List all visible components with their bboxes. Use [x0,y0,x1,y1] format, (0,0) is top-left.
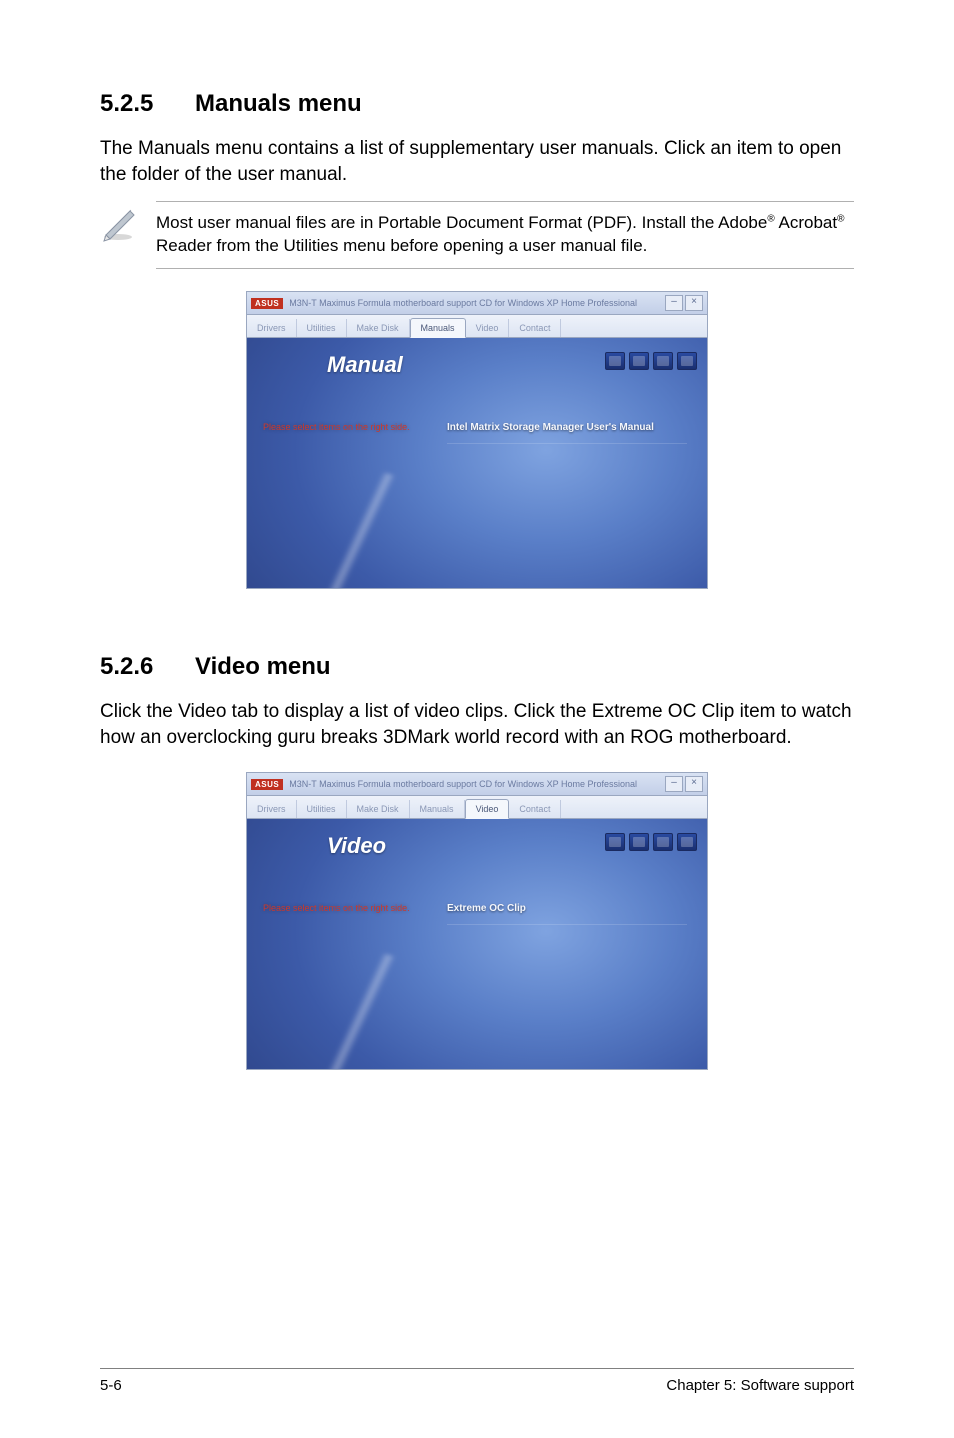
section-heading-manuals: 5.2.5 Manuals menu [100,90,854,118]
titlebar: ASUS M3N-T Maximus Formula motherboard s… [247,773,707,796]
panel-link-manual[interactable]: Intel Matrix Storage Manager User's Manu… [447,422,687,444]
note-content: Most user manual files are in Portable D… [156,201,854,269]
app-window-manual: ASUS M3N-T Maximus Formula motherboard s… [246,291,708,589]
strip-icon[interactable] [653,833,673,851]
section-heading-video: 5.2.6 Video menu [100,653,854,681]
close-button[interactable]: × [685,776,703,792]
note-text-mid: Acrobat [775,213,837,232]
content-area: Video Please select items on the right s… [247,819,707,1069]
tab-manuals[interactable]: Manuals [410,318,466,338]
section1-body: The Manuals menu contains a list of supp… [100,136,854,187]
window-title: M3N-T Maximus Formula motherboard suppor… [289,298,665,308]
tabbar: Drivers Utilities Make Disk Manuals Vide… [247,796,707,819]
pencil-note-icon [100,201,142,243]
tab-contact[interactable]: Contact [509,319,561,337]
window-title: M3N-T Maximus Formula motherboard suppor… [289,779,665,789]
tabbar: Drivers Utilities Make Disk Manuals Vide… [247,315,707,338]
minimize-button[interactable]: – [665,295,683,311]
tab-drivers[interactable]: Drivers [247,800,297,818]
tab-video[interactable]: Video [465,799,510,819]
content-area: Manual Please select items on the right … [247,338,707,588]
section-title: Manuals menu [195,90,362,118]
strip-icon[interactable] [629,352,649,370]
screenshot-video: ASUS M3N-T Maximus Formula motherboard s… [100,772,854,1074]
strip-icon[interactable] [677,833,697,851]
note-block: Most user manual files are in Portable D… [100,201,854,269]
tab-makedisk[interactable]: Make Disk [347,800,410,818]
app-window-video: ASUS M3N-T Maximus Formula motherboard s… [246,772,708,1070]
asus-logo: ASUS [251,779,283,790]
tab-contact[interactable]: Contact [509,800,561,818]
close-button[interactable]: × [685,295,703,311]
page-number: 5-6 [100,1377,122,1394]
note-sup2: ® [837,214,844,225]
strip-icon[interactable] [653,352,673,370]
panel-prompt: Please select items on the right side. [263,903,423,915]
window-buttons: – × [665,295,703,311]
tab-video[interactable]: Video [466,319,510,337]
screenshot-manual: ASUS M3N-T Maximus Formula motherboard s… [100,291,854,593]
section-number: 5.2.6 [100,653,195,681]
window-buttons: – × [665,776,703,792]
tab-utilities[interactable]: Utilities [297,800,347,818]
panel-prompt: Please select items on the right side. [263,422,423,434]
section2-body: Click the Video tab to display a list of… [100,699,854,750]
section-number: 5.2.5 [100,90,195,118]
tab-utilities[interactable]: Utilities [297,319,347,337]
asus-logo: ASUS [251,298,283,309]
note-text-pre: Most user manual files are in Portable D… [156,213,767,232]
icon-strip [605,352,697,370]
strip-icon[interactable] [605,352,625,370]
tab-drivers[interactable]: Drivers [247,319,297,337]
tab-makedisk[interactable]: Make Disk [347,319,410,337]
note-text-post: Reader from the Utilities menu before op… [156,236,647,255]
icon-strip [605,833,697,851]
note-sup1: ® [767,214,774,225]
page-footer: 5-6 Chapter 5: Software support [100,1368,854,1394]
strip-icon[interactable] [677,352,697,370]
minimize-button[interactable]: – [665,776,683,792]
strip-icon[interactable] [605,833,625,851]
chapter-label: Chapter 5: Software support [666,1377,854,1394]
tab-manuals[interactable]: Manuals [410,800,465,818]
titlebar: ASUS M3N-T Maximus Formula motherboard s… [247,292,707,315]
section-title: Video menu [195,653,331,681]
strip-icon[interactable] [629,833,649,851]
panel-link-video[interactable]: Extreme OC Clip [447,903,687,925]
